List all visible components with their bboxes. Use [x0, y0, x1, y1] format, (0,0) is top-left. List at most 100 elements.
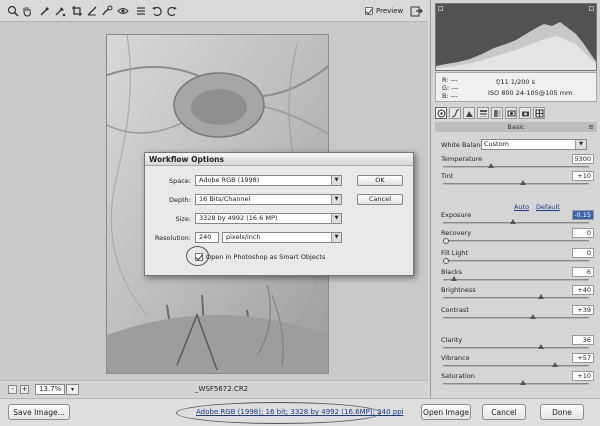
zoom-dropdown-button[interactable]: ▾ — [66, 384, 79, 395]
dialog-cancel-button[interactable]: Cancel — [357, 194, 403, 205]
highlight-clipping-indicator[interactable] — [589, 6, 594, 11]
chevron-down-icon: ▼ — [331, 195, 341, 204]
rotate-ccw-icon[interactable] — [150, 4, 164, 18]
spot-removal-icon[interactable] — [100, 4, 114, 18]
recovery-slider[interactable] — [443, 238, 589, 244]
tab-split-toning[interactable] — [491, 107, 503, 119]
blue-readout: B: --- — [442, 92, 458, 100]
default-link[interactable]: Default — [536, 203, 560, 211]
recovery-value-field[interactable]: 0 — [572, 228, 594, 238]
tab-presets[interactable] — [533, 107, 545, 119]
tab-lens-corrections[interactable] — [505, 107, 517, 119]
smart-objects-checkbox[interactable] — [195, 253, 203, 261]
tab-basic[interactable] — [435, 107, 447, 119]
clarity-slider[interactable] — [443, 344, 589, 349]
blacks-slider[interactable] — [443, 276, 589, 281]
vibrance-value-field[interactable]: +57 — [572, 353, 594, 363]
shadow-clipping-indicator[interactable] — [438, 6, 443, 11]
space-value: Adobe RGB (1998) — [199, 176, 260, 184]
detail-icon — [465, 110, 473, 117]
zoom-icon[interactable] — [6, 4, 20, 18]
open-in-photoshop-icon[interactable] — [410, 4, 424, 18]
zoom-level-field[interactable]: 13.7% — [35, 384, 65, 395]
presets-icon — [535, 109, 543, 117]
chevron-down-icon: ▼ — [575, 140, 586, 149]
saturation-value-field[interactable]: +10 — [572, 371, 594, 381]
contrast-value-field[interactable]: +39 — [572, 305, 594, 315]
clarity-slider-thumb[interactable] — [538, 344, 544, 349]
panel-menu-icon[interactable]: ≡ — [588, 122, 594, 132]
vibrance-slider-thumb[interactable] — [552, 362, 558, 367]
zoom-out-button[interactable]: - — [8, 385, 17, 394]
camera-info-readout: R: --- G: --- B: --- f/11 1/200 s ISO 80… — [435, 72, 597, 102]
section-header: Basic ≡ — [435, 122, 597, 132]
ok-button[interactable]: OK — [357, 175, 403, 186]
histogram-graph — [436, 22, 596, 70]
clarity-value-field[interactable]: 36 — [572, 335, 594, 345]
done-button[interactable]: Done — [540, 404, 584, 420]
resolution-field[interactable]: 240 — [195, 232, 219, 243]
exposure-slider-thumb[interactable] — [510, 219, 516, 224]
brightness-value-field[interactable]: +40 — [572, 285, 594, 295]
tint-slider-thumb[interactable] — [520, 180, 526, 185]
straighten-icon[interactable] — [85, 4, 99, 18]
tab-detail[interactable] — [463, 107, 475, 119]
resolution-unit-select[interactable]: pixels/inch ▼ — [222, 232, 342, 243]
exposure-slider[interactable] — [443, 219, 589, 224]
chevron-down-icon: ▼ — [331, 214, 341, 223]
exposure-label: Exposure — [441, 211, 472, 219]
panel-tabs — [435, 106, 597, 120]
blacks-value-field[interactable]: 6 — [572, 267, 594, 277]
tab-tone-curve[interactable] — [449, 107, 461, 119]
brightness-label: Brightness — [441, 286, 476, 294]
vibrance-slider[interactable] — [443, 362, 589, 367]
brightness-slider[interactable] — [443, 294, 589, 299]
camera-icon — [521, 111, 529, 116]
resolution-label: Resolution: — [154, 234, 191, 242]
saturation-slider[interactable] — [443, 380, 589, 385]
preview-checkbox[interactable] — [365, 7, 373, 15]
fill-light-value-field[interactable]: 0 — [572, 248, 594, 258]
saturation-slider-thumb[interactable] — [520, 380, 526, 385]
auto-link[interactable]: Auto — [514, 203, 529, 211]
temperature-slider[interactable] — [443, 163, 589, 168]
color-sampler-icon[interactable] — [53, 4, 67, 18]
workflow-options-link[interactable]: Adobe RGB (1998); 16 bit; 3328 by 4992 (… — [196, 408, 404, 416]
adjustment-panel: R: --- G: --- B: --- f/11 1/200 s ISO 80… — [430, 0, 600, 398]
white-balance-select[interactable]: Custom ▼ — [481, 139, 587, 150]
depth-select[interactable]: 16 Bits/Channel ▼ — [195, 194, 342, 205]
red-eye-icon[interactable] — [116, 4, 130, 18]
tint-value-field[interactable]: +10 — [572, 171, 594, 181]
tab-camera-calibration[interactable] — [519, 107, 531, 119]
preferences-icon[interactable] — [134, 4, 148, 18]
brightness-slider-thumb[interactable] — [538, 294, 544, 299]
cancel-button[interactable]: Cancel — [482, 404, 526, 420]
blacks-slider-thumb[interactable] — [451, 276, 457, 281]
temperature-slider-thumb[interactable] — [488, 163, 494, 168]
white-balance-value: Custom — [484, 140, 509, 148]
fill-light-slider[interactable] — [443, 258, 589, 264]
aperture-shutter-info: f/11 1/200 s — [496, 78, 535, 86]
curve-icon — [451, 108, 459, 117]
crop-icon[interactable] — [70, 4, 84, 18]
contrast-slider[interactable] — [443, 314, 589, 319]
recovery-slider-thumb[interactable] — [443, 238, 449, 244]
space-select[interactable]: Adobe RGB (1998) ▼ — [195, 175, 342, 186]
contrast-slider-thumb[interactable] — [530, 314, 536, 319]
fill-light-slider-thumb[interactable] — [443, 258, 449, 264]
zoom-in-button[interactable]: + — [20, 385, 29, 394]
tint-slider[interactable] — [443, 180, 589, 185]
smart-objects-option[interactable]: Open in Photoshop as Smart Objects — [195, 253, 325, 261]
save-image-button[interactable]: Save Image... — [8, 404, 70, 420]
tab-hsl[interactable] — [477, 107, 489, 119]
preview-toggle[interactable]: Preview — [365, 5, 403, 17]
exposure-value-field[interactable]: -0.15 — [572, 210, 594, 220]
size-select[interactable]: 3328 by 4992 (16.6 MP) ▼ — [195, 213, 342, 224]
open-image-button[interactable]: Open Image — [421, 404, 471, 420]
histogram — [435, 3, 597, 71]
dialog-title: Workflow Options — [145, 153, 413, 166]
white-balance-icon[interactable] — [38, 4, 52, 18]
rotate-cw-icon[interactable] — [165, 4, 179, 18]
hand-icon[interactable] — [20, 4, 34, 18]
temperature-value-field[interactable]: 5300 — [572, 154, 594, 164]
